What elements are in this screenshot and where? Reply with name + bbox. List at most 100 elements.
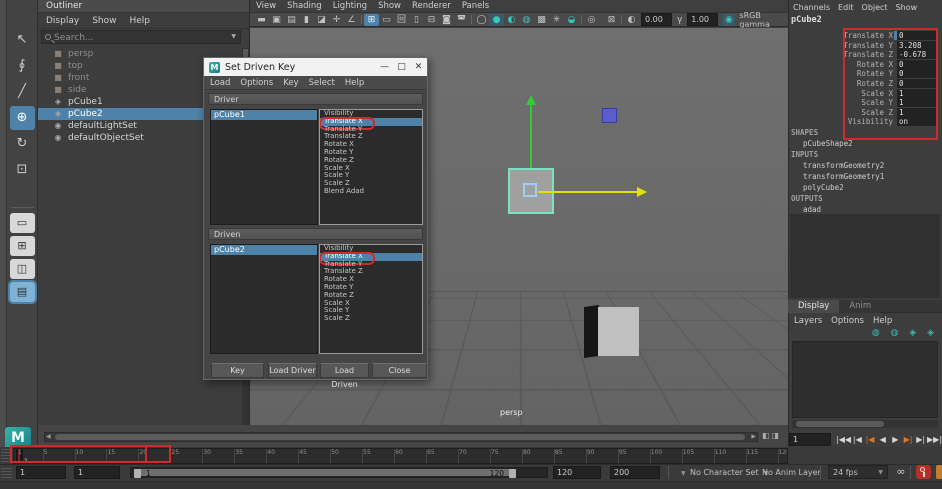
toolbox-tool[interactable]: ∮ (10, 54, 35, 78)
toolbox-tool[interactable]: ↖ (10, 28, 35, 52)
menu-item[interactable]: Options (831, 316, 864, 326)
driven-object-list[interactable]: pCube2 (210, 244, 318, 354)
toolbar-icon[interactable]: ▮ (299, 14, 314, 26)
channel-row[interactable]: Rotate Y0 (789, 69, 941, 78)
playback-button[interactable]: |◀◀ (836, 432, 851, 447)
auto-keyframe-button[interactable] (916, 465, 931, 479)
search-input[interactable]: Search... ▼ (41, 30, 241, 44)
toolbar-icon[interactable]: ◎ (584, 14, 599, 26)
current-frame-field[interactable]: 1 (789, 433, 831, 446)
range-end-handle[interactable] (509, 469, 516, 478)
channel-row[interactable]: Rotate Z0 (789, 79, 941, 88)
menu-item[interactable]: Show (896, 3, 918, 12)
menu-item[interactable]: Select (309, 78, 335, 88)
channel-row[interactable]: Translate Z-0.678 (789, 50, 941, 59)
layout-button[interactable]: ◫ (10, 259, 35, 279)
minimize-button[interactable]: — (376, 62, 393, 72)
toolbar-icon[interactable]: ✳ (549, 14, 564, 26)
menu-item[interactable]: Show (378, 1, 401, 11)
toolbar-icon[interactable]: ▯ (409, 14, 424, 26)
playback-button[interactable]: ▶ (889, 432, 902, 447)
time-slider-grip[interactable] (1, 449, 12, 462)
timeline-track[interactable]: 1 15101520253035404550556065707580859095… (13, 448, 788, 464)
anim-layer-select[interactable]: No Anim Layer (762, 466, 821, 479)
layout-button[interactable]: ▤ (10, 282, 35, 302)
toolbar-icon[interactable]: 回 (394, 14, 409, 26)
close-button[interactable]: Close (372, 363, 427, 378)
toolbar-icon[interactable]: ▩ (534, 14, 549, 26)
dialog-titlebar[interactable]: M Set Driven Key — □ ✕ (204, 58, 427, 76)
menu-item[interactable]: Shading (287, 1, 322, 11)
range-slider-bar[interactable]: 1 120 (134, 469, 516, 476)
menu-item[interactable]: Help (345, 78, 364, 88)
attribute-item[interactable]: Blend Adad (320, 188, 422, 196)
channel-row[interactable]: Scale Z1 (789, 108, 941, 117)
toolbar-icon[interactable]: ◐ (624, 14, 639, 26)
menu-item[interactable]: View (256, 1, 276, 11)
menu-item[interactable]: Show (92, 16, 116, 26)
channel-row[interactable]: Translate Y3.208 (789, 41, 941, 50)
playback-loop-icon[interactable]: ∞ (894, 465, 908, 479)
toolbox-tool[interactable]: ╱ (10, 80, 35, 104)
horizontal-scrollbar[interactable]: ◀ ▶ (44, 432, 758, 442)
channel-row[interactable]: Translate X0 (789, 31, 941, 40)
playback-button[interactable]: ▶| (914, 432, 927, 447)
driver-object[interactable]: pCube1 (211, 110, 317, 120)
channel-box-object-name[interactable]: pCube2 (791, 15, 822, 25)
manipulator-center[interactable] (523, 183, 537, 197)
chevron-down-icon[interactable]: ▼ (231, 33, 236, 40)
driven-attr-list[interactable]: VisibilityTranslate XTranslate YTranslat… (319, 244, 423, 354)
fps-select[interactable]: 24 fps▼ (828, 465, 888, 479)
view-transform-select[interactable]: sRGB gamma (739, 11, 788, 29)
channel-section-item[interactable]: transformGeometry1 (803, 172, 884, 181)
exposure-field[interactable]: 0.00 (641, 13, 672, 26)
outliner-title[interactable]: Outliner (38, 0, 249, 13)
toolbox-tool[interactable]: ↻ (10, 132, 35, 156)
range-slider-grip[interactable] (1, 467, 12, 478)
channel-value-field[interactable]: on (897, 117, 937, 126)
character-set-caret[interactable]: ▼ (676, 466, 686, 479)
animation-end-field[interactable]: 200 (610, 466, 660, 479)
menu-item[interactable]: Key (283, 78, 298, 88)
move-manipulator-x-axis[interactable] (538, 191, 642, 193)
range-slider[interactable]: 1 120 (130, 467, 548, 478)
channel-row[interactable]: Scale X1 (789, 89, 941, 98)
toolbar-icon[interactable]: ◪ (314, 14, 329, 26)
toolbox-tool[interactable]: ⊡ (10, 158, 35, 182)
toolbar-icon[interactable]: ◯ (474, 14, 489, 26)
ground-cube[interactable] (598, 307, 639, 356)
toolbar-icon[interactable]: ◒ (564, 14, 579, 26)
menu-item[interactable]: Object (862, 3, 888, 12)
menu-item[interactable]: Load (210, 78, 230, 88)
menu-item[interactable]: Channels (793, 3, 830, 12)
playback-button[interactable]: ▶| (902, 432, 915, 447)
toolbar-icon[interactable]: ▭ (379, 14, 394, 26)
channel-value-field[interactable]: 0 (897, 69, 937, 78)
channel-section-item[interactable]: transformGeometry2 (803, 161, 884, 170)
menu-item[interactable]: Display (46, 16, 79, 26)
menu-item[interactable]: Layers (794, 316, 822, 326)
toolbar-icon[interactable]: ▣ (269, 14, 284, 26)
menu-item[interactable]: Panels (462, 1, 489, 11)
toolbar-icon[interactable]: ⊠ (604, 14, 619, 26)
menu-item[interactable]: Help (129, 16, 150, 26)
toolbox-tool[interactable]: ⊕ (10, 106, 35, 130)
scrollbar[interactable] (792, 420, 938, 428)
channel-value-field[interactable]: 1 (897, 89, 937, 98)
key-button[interactable]: Key (211, 363, 264, 378)
driver-object-list[interactable]: pCube1 (210, 109, 318, 225)
playback-button[interactable]: |◀ (851, 432, 864, 447)
scroll-thumb[interactable] (55, 434, 745, 440)
channel-section-item[interactable]: adad (803, 205, 821, 214)
channel-value-field[interactable]: 0 (897, 60, 937, 69)
character-set-select[interactable]: No Character Set▼ (690, 466, 768, 479)
menu-item[interactable]: Help (873, 316, 892, 326)
toolbar-icon[interactable]: ▬ (254, 14, 269, 26)
channel-section-item[interactable]: pCubeShape2 (803, 139, 853, 148)
toolbar-icon[interactable]: ◍ (519, 14, 534, 26)
animation-start-field[interactable]: 1 (16, 466, 66, 479)
channel-section-item[interactable]: polyCube2 (803, 183, 844, 192)
layer-list[interactable] (792, 341, 938, 418)
layer-tab[interactable]: Anim (839, 300, 881, 313)
layer-create-icons[interactable]: ◍ ◍ ◈ ◈ (788, 328, 938, 338)
